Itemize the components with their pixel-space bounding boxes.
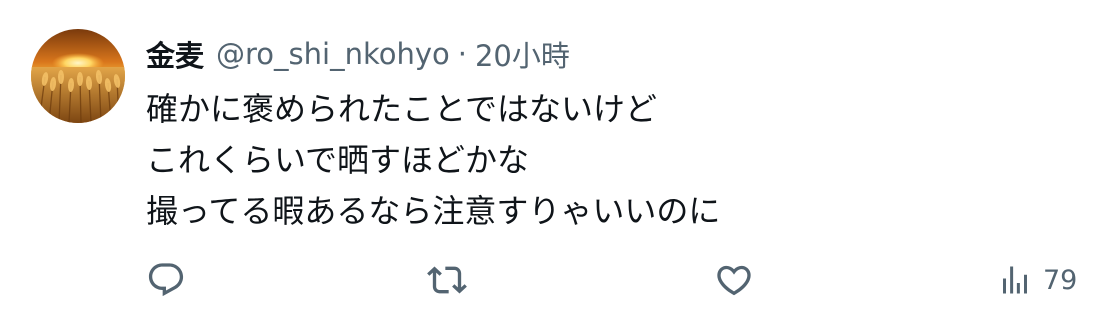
- tweet-text-line: 撮ってる暇あるなら注意すりゃいいのに: [146, 192, 721, 230]
- views-chart-icon: [1003, 266, 1027, 294]
- wheat-field-sunset-avatar-icon: [31, 29, 125, 123]
- views-count: 79: [1043, 264, 1078, 296]
- views-button[interactable]: 79: [997, 258, 1077, 302]
- tweet-text-line: 確かに褒められたことではないけど: [146, 90, 658, 128]
- tweet-card: 金麦 @ro_shi_nkohyo · 20小時 確かに褒められたことではないけ…: [0, 0, 1118, 325]
- tweet-text-line: これくらいで晒すほどかな: [146, 141, 530, 179]
- display-name[interactable]: 金麦: [146, 33, 204, 75]
- user-handle[interactable]: @ro_shi_nkohyo: [216, 37, 450, 71]
- tweet-header: 金麦 @ro_shi_nkohyo · 20小時: [146, 32, 570, 76]
- retweet-button[interactable]: [427, 258, 467, 302]
- retweet-icon: [427, 266, 467, 294]
- timestamp[interactable]: 20小時: [475, 33, 570, 75]
- separator-dot: ·: [457, 37, 467, 71]
- avatar[interactable]: [31, 29, 125, 123]
- heart-icon: [717, 265, 751, 296]
- like-button[interactable]: [714, 258, 754, 302]
- reply-icon: [148, 263, 184, 297]
- reply-button[interactable]: [146, 258, 186, 302]
- tweet-text: 確かに褒められたことではないけど これくらいで晒すほどかな 撮ってる暇あるなら注…: [146, 84, 1046, 237]
